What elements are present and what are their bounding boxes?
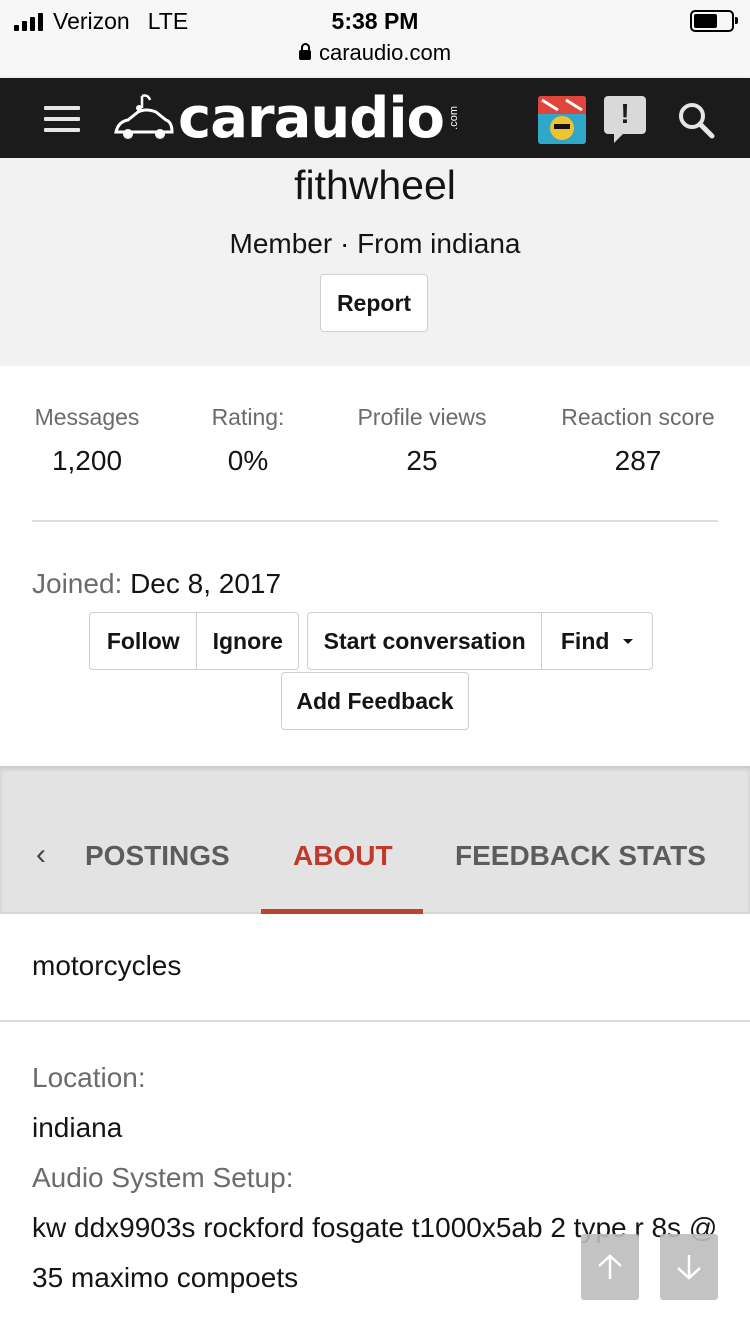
site-navbar: caraudio .com ! bbox=[0, 78, 750, 158]
audio-setup-label: Audio System Setup: bbox=[32, 1162, 294, 1193]
arrow-up-icon bbox=[598, 1254, 622, 1279]
tab-postings[interactable]: POSTINGS bbox=[85, 840, 230, 872]
stat-label: Rating: bbox=[211, 404, 285, 430]
tab-feedback-stats[interactable]: FEEDBACK STATS bbox=[455, 840, 706, 872]
search-icon[interactable] bbox=[676, 100, 716, 140]
chevron-left-icon[interactable]: ‹ bbox=[36, 838, 46, 872]
status-bar: Verizon LTE 5:38 PM caraudio.com bbox=[0, 0, 750, 78]
find-dropdown-button[interactable]: Find bbox=[541, 613, 652, 669]
stat-messages: Messages 1,200 bbox=[32, 404, 142, 477]
divider bbox=[32, 520, 718, 522]
location-label: Location: bbox=[32, 1062, 146, 1093]
location-value[interactable]: indiana bbox=[32, 1103, 722, 1153]
alert-icon[interactable]: ! bbox=[604, 96, 646, 143]
status-time: 5:38 PM bbox=[331, 8, 419, 34]
lock-icon bbox=[298, 43, 311, 60]
stat-profile-views: Profile views 25 bbox=[350, 404, 494, 477]
find-label: Find bbox=[560, 627, 610, 654]
joined-label: Joined: bbox=[32, 568, 123, 599]
stat-label: Messages bbox=[34, 404, 140, 430]
stat-value: 0% bbox=[227, 445, 269, 476]
report-button[interactable]: Report bbox=[320, 274, 428, 332]
stat-label: Reaction score bbox=[561, 404, 715, 430]
arrow-down-icon bbox=[677, 1255, 701, 1280]
logo-text: caraudio bbox=[178, 85, 445, 151]
url-text: caraudio.com bbox=[318, 40, 452, 65]
tab-about[interactable]: ABOUT bbox=[293, 840, 393, 872]
stat-value: 25 bbox=[406, 445, 438, 476]
hamburger-menu-icon[interactable] bbox=[44, 106, 80, 132]
address-bar[interactable]: caraudio.com bbox=[0, 40, 750, 66]
joined-value: Dec 8, 2017 bbox=[130, 568, 282, 599]
battery-icon bbox=[690, 10, 738, 32]
member-info: Member · From indiana bbox=[229, 228, 521, 259]
stat-rating: Rating: 0% bbox=[200, 404, 296, 477]
conversation-find-group: Start conversation Find bbox=[307, 612, 653, 670]
username: fithwheel bbox=[294, 162, 456, 208]
logo-suffix: .com bbox=[448, 106, 461, 130]
about-text: motorcycles bbox=[32, 950, 182, 981]
stat-label: Profile views bbox=[357, 404, 487, 430]
start-conversation-button[interactable]: Start conversation bbox=[308, 613, 541, 669]
stat-value[interactable]: 1,200 bbox=[32, 445, 142, 477]
follow-ignore-group: Follow Ignore bbox=[89, 612, 299, 670]
scroll-up-button[interactable] bbox=[581, 1234, 639, 1300]
stay-cool-avatar-icon[interactable] bbox=[538, 96, 586, 144]
stat-reaction-score: Reaction score 287 bbox=[556, 404, 720, 477]
active-tab-indicator bbox=[261, 909, 423, 914]
scroll-down-button[interactable] bbox=[660, 1234, 718, 1300]
caret-down-icon bbox=[623, 638, 634, 644]
divider bbox=[0, 1020, 750, 1022]
stat-value[interactable]: 287 bbox=[556, 445, 720, 477]
follow-button[interactable]: Follow bbox=[90, 613, 196, 669]
ignore-button[interactable]: Ignore bbox=[196, 613, 298, 669]
car-logo-icon bbox=[114, 94, 174, 139]
joined-date: Joined: Dec 8, 2017 bbox=[32, 568, 281, 600]
site-logo[interactable]: caraudio .com bbox=[112, 85, 461, 151]
add-feedback-button[interactable]: Add Feedback bbox=[281, 672, 469, 730]
